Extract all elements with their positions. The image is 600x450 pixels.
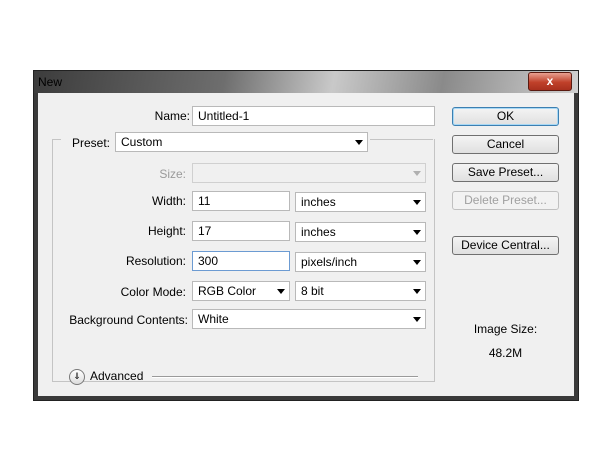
background-contents-select[interactable]: White: [192, 309, 426, 329]
preset-select[interactable]: Custom: [115, 132, 368, 152]
chevron-down-icon: [277, 289, 285, 294]
chevron-down-icon: [413, 230, 421, 235]
advanced-toggle-label[interactable]: Advanced: [90, 369, 150, 383]
delete-preset-button[interactable]: Delete Preset...: [452, 191, 559, 210]
width-unit-select[interactable]: inches: [295, 192, 426, 212]
chevron-down-icon: [355, 140, 363, 145]
dialog-body: Name: Untitled-1 Preset: Custom Size: Wi…: [38, 93, 574, 396]
height-input[interactable]: 17: [192, 221, 290, 241]
close-icon: x: [546, 74, 554, 88]
name-label: Name:: [154, 109, 190, 123]
chevron-down-icon: [413, 171, 421, 176]
resolution-unit-select[interactable]: pixels/inch: [295, 252, 426, 272]
width-input-value: 11: [198, 194, 211, 208]
chevron-down-icon: [413, 289, 421, 294]
group-border-left: [52, 139, 61, 140]
bit-depth-value: 8 bit: [301, 284, 324, 298]
save-preset-button[interactable]: Save Preset...: [452, 163, 559, 182]
close-button[interactable]: x: [528, 72, 572, 91]
resolution-label: Resolution:: [125, 254, 186, 268]
preset-label: Preset:: [71, 136, 110, 150]
height-label: Height:: [147, 224, 186, 238]
name-input-value: Untitled-1: [198, 109, 250, 123]
chevron-down-icon: [413, 317, 421, 322]
chevron-down-icon: [413, 260, 421, 265]
cancel-button[interactable]: Cancel: [452, 135, 559, 154]
color-mode-label: Color Mode:: [120, 285, 186, 299]
size-label: Size:: [159, 167, 186, 181]
ok-button[interactable]: OK: [452, 107, 559, 126]
bit-depth-select[interactable]: 8 bit: [295, 281, 426, 301]
chevron-down-icon: [413, 200, 421, 205]
width-unit-value: inches: [301, 195, 336, 209]
width-label: Width:: [151, 194, 186, 208]
title-bar[interactable]: New x: [34, 71, 578, 93]
name-input[interactable]: Untitled-1: [192, 106, 435, 126]
color-mode-value: RGB Color: [198, 284, 257, 298]
resolution-input[interactable]: 300: [192, 251, 290, 271]
width-input[interactable]: 11: [192, 191, 290, 211]
double-chevron-down-icon[interactable]: ⇓: [69, 369, 85, 385]
size-select[interactable]: [192, 163, 426, 183]
height-unit-value: inches: [301, 225, 336, 239]
resolution-unit-value: pixels/inch: [301, 255, 358, 269]
image-size-label: Image Size:: [473, 322, 538, 336]
height-unit-select[interactable]: inches: [295, 222, 426, 242]
dialog-title: New: [38, 75, 63, 89]
new-document-dialog: New x Name: Untitled-1 Preset: Custom Si…: [34, 71, 578, 400]
height-input-value: 17: [198, 224, 212, 238]
group-border-right: [370, 139, 433, 140]
device-central-button[interactable]: Device Central...: [452, 236, 559, 255]
background-contents-value: White: [198, 312, 229, 326]
resolution-input-value: 300: [198, 254, 219, 268]
color-mode-select[interactable]: RGB Color: [192, 281, 290, 301]
preset-select-value: Custom: [121, 135, 163, 149]
image-size-value: 48.2M: [488, 346, 523, 360]
advanced-divider: [152, 376, 418, 378]
background-contents-label: Background Contents:: [69, 313, 188, 327]
